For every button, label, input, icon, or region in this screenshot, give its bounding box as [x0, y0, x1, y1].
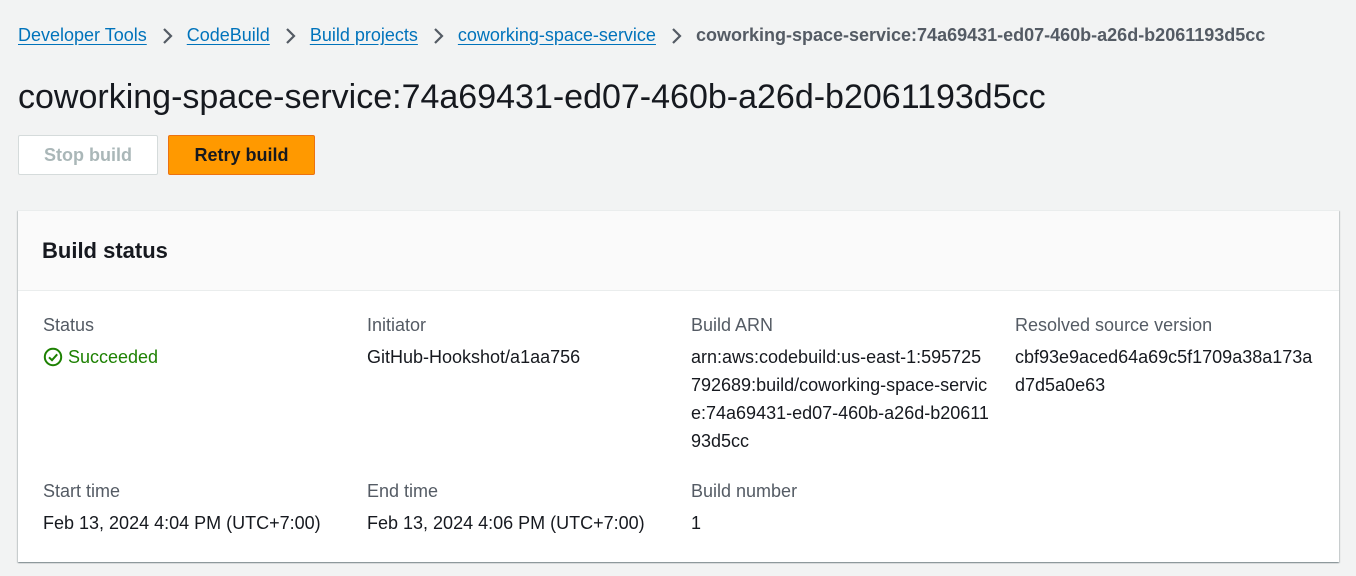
status-label: Status: [43, 315, 95, 335]
breadcrumb-current: coworking-space-service:74a69431-ed07-46…: [695, 25, 1266, 45]
end-time-field: End time Feb 13, 2024 4:06 PM (UTC+7:00): [367, 477, 667, 537]
build-number-value: 1: [691, 513, 702, 533]
source-version-value: cbf93e9aced64a69c5f1709a38a173ad7d5a0e63: [1015, 347, 1313, 395]
build-number-label: Build number: [691, 481, 798, 501]
panel-title: Build status: [42, 237, 168, 263]
build-arn-field: Build ARN arn:aws:codebuild:us-east-1:59…: [691, 311, 991, 455]
end-time-label: End time: [367, 481, 439, 501]
status-text: Succeeded: [68, 347, 159, 367]
status-value: Succeeded: [43, 343, 343, 371]
end-time-value: Feb 13, 2024 4:06 PM (UTC+7:00): [367, 513, 645, 533]
page-title: coworking-space-service:74a69431-ed07-46…: [18, 78, 1046, 116]
build-number-field: Build number 1: [691, 477, 991, 537]
stop-build-button[interactable]: Stop build: [18, 135, 158, 175]
chevron-right-icon: [270, 22, 310, 48]
page: Developer Tools CodeBuild Build projects…: [0, 0, 1356, 576]
chevron-right-icon: [656, 22, 696, 48]
source-version-field: Resolved source version cbf93e9aced64a69…: [1015, 311, 1317, 399]
initiator-label: Initiator: [367, 315, 427, 335]
breadcrumb-project[interactable]: coworking-space-service: [458, 22, 656, 48]
initiator-value: GitHub-Hookshot/a1aa756: [367, 347, 581, 367]
breadcrumb: Developer Tools CodeBuild Build projects…: [18, 22, 1265, 48]
start-time-label: Start time: [43, 481, 121, 501]
chevron-right-icon: [418, 22, 458, 48]
retry-build-button[interactable]: Retry build: [168, 135, 315, 175]
breadcrumb-build-projects[interactable]: Build projects: [310, 22, 418, 48]
action-buttons: Stop build Retry build: [18, 135, 315, 175]
status-field: Status Succeeded: [43, 311, 343, 371]
initiator-field: Initiator GitHub-Hookshot/a1aa756: [367, 311, 667, 371]
panel-header: Build status: [18, 211, 1339, 291]
start-time-value: Feb 13, 2024 4:04 PM (UTC+7:00): [43, 513, 321, 533]
breadcrumb-codebuild[interactable]: CodeBuild: [187, 22, 270, 48]
build-arn-label: Build ARN: [691, 315, 774, 335]
check-circle-icon: [43, 347, 63, 367]
chevron-right-icon: [147, 22, 187, 48]
build-status-panel: Build status Status Succeeded Initiator …: [18, 210, 1339, 562]
breadcrumb-developer-tools[interactable]: Developer Tools: [18, 22, 147, 48]
build-arn-value: arn:aws:codebuild:us-east-1:595725792689…: [691, 347, 989, 451]
start-time-field: Start time Feb 13, 2024 4:04 PM (UTC+7:0…: [43, 477, 343, 537]
source-version-label: Resolved source version: [1015, 315, 1213, 335]
